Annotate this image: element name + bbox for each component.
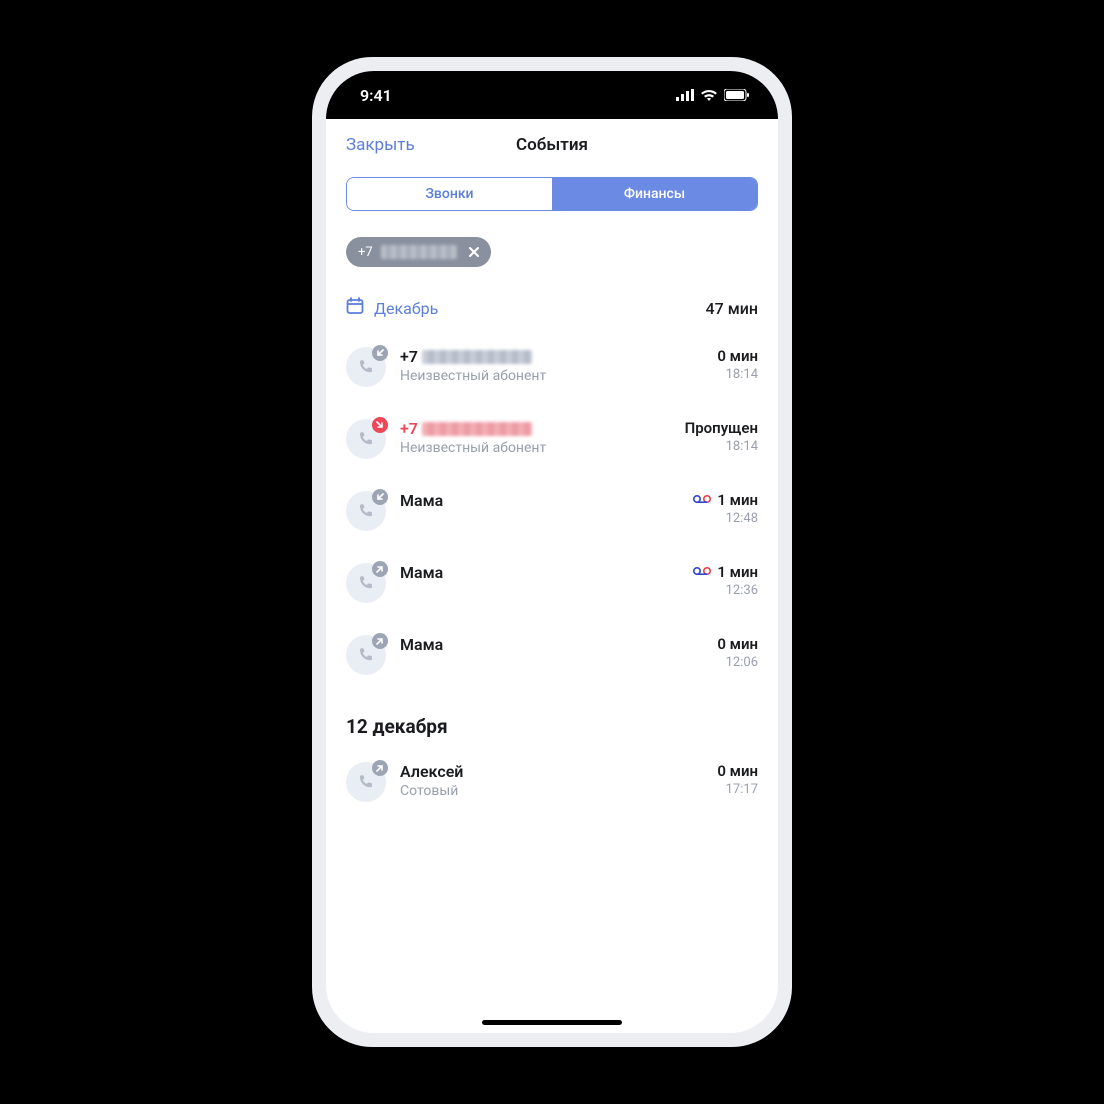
call-time: 17:17	[726, 782, 758, 797]
redacted-number	[381, 245, 457, 259]
call-title: Мама	[400, 635, 443, 654]
month-picker[interactable]: Декабрь	[346, 297, 438, 319]
call-duration: 1 мин	[693, 491, 758, 509]
call-duration: 0 мин	[717, 347, 758, 365]
call-main: +7 Неизвестный абонент	[400, 347, 703, 384]
call-row[interactable]: Мама 1 мин 12:48	[346, 473, 758, 545]
call-avatar	[346, 419, 386, 459]
direction-badge	[372, 417, 388, 433]
call-right: Пропущен 18:14	[685, 419, 758, 454]
call-avatar	[346, 762, 386, 802]
redacted-number	[422, 350, 532, 364]
status-icons	[676, 86, 750, 105]
call-time: 12:06	[726, 655, 758, 670]
call-time: 18:14	[726, 439, 758, 454]
call-title-line: Мама	[400, 563, 679, 582]
call-title-line: Мама	[400, 491, 679, 510]
call-duration: 0 мин	[717, 635, 758, 653]
month-total: 47 мин	[706, 299, 758, 318]
call-list-2: Алексей Сотовый 0 мин 17:17	[326, 744, 778, 816]
call-title: Мама	[400, 491, 443, 510]
voicemail-icon	[693, 494, 711, 506]
section-header: 12 декабря	[326, 689, 778, 744]
call-time: 12:48	[726, 511, 758, 526]
redacted-number	[422, 422, 532, 436]
call-right: 0 мин 17:17	[717, 762, 758, 797]
month-row: Декабрь 47 мин	[326, 275, 778, 329]
call-title: Алексей	[400, 762, 463, 781]
call-avatar	[346, 347, 386, 387]
call-right: 1 мин 12:36	[693, 563, 758, 598]
voicemail-icon	[693, 566, 711, 578]
call-main: Мама	[400, 563, 679, 582]
filter-chip-prefix: +7	[358, 245, 373, 260]
home-indicator	[482, 1020, 622, 1025]
call-right: 0 мин 18:14	[717, 347, 758, 382]
page-title: События	[516, 135, 588, 155]
signal-icon	[676, 86, 694, 105]
chip-close-icon[interactable]	[465, 243, 483, 261]
tab-calls[interactable]: Звонки	[347, 178, 552, 210]
close-button[interactable]: Закрыть	[346, 135, 415, 155]
filter-chip[interactable]: +7	[346, 237, 491, 267]
call-main: Алексей Сотовый	[400, 762, 703, 799]
call-row[interactable]: +7 Неизвестный абонент Пропущен 18:14	[346, 401, 758, 473]
call-title-prefix: +7	[400, 347, 418, 366]
call-duration: 1 мин	[693, 563, 758, 581]
notch	[452, 71, 652, 101]
call-row[interactable]: Мама 1 мин 12:36	[346, 545, 758, 617]
call-duration: 0 мин	[717, 762, 758, 780]
call-main: +7 Неизвестный абонент	[400, 419, 671, 456]
direction-badge	[372, 345, 388, 361]
call-title-line: Алексей	[400, 762, 703, 781]
call-time: 18:14	[726, 367, 758, 382]
direction-badge	[372, 760, 388, 776]
status-time: 9:41	[360, 86, 392, 105]
call-subtitle: Неизвестный абонент	[400, 440, 671, 456]
call-list: +7 Неизвестный абонент0 мин18:14+7 Неизв…	[326, 329, 778, 689]
call-right: 0 мин 12:06	[717, 635, 758, 670]
call-avatar	[346, 563, 386, 603]
calendar-icon	[346, 297, 364, 319]
call-avatar	[346, 491, 386, 531]
call-row[interactable]: Мама 0 мин 12:06	[346, 617, 758, 689]
call-title-line: +7	[400, 347, 703, 366]
phone-screen: 9:41 Закрыть События Звонки Финансы	[326, 71, 778, 1033]
segmented-control: Звонки Финансы	[346, 177, 758, 211]
call-subtitle: Неизвестный абонент	[400, 368, 703, 384]
direction-badge	[372, 633, 388, 649]
call-time: 12:36	[726, 583, 758, 598]
call-subtitle: Сотовый	[400, 783, 703, 799]
call-avatar	[346, 635, 386, 675]
call-duration: Пропущен	[685, 419, 758, 437]
app-header: Закрыть События	[326, 119, 778, 169]
tab-finance[interactable]: Финансы	[552, 178, 757, 210]
battery-icon	[724, 86, 750, 105]
filter-chip-row: +7	[326, 211, 778, 275]
call-row[interactable]: +7 Неизвестный абонент 0 мин 18:14	[346, 329, 758, 401]
call-title-prefix: +7	[400, 419, 418, 438]
call-row[interactable]: Алексей Сотовый 0 мин 17:17	[346, 744, 758, 816]
call-title-line: Мама	[400, 635, 703, 654]
call-title: Мама	[400, 563, 443, 582]
call-right: 1 мин 12:48	[693, 491, 758, 526]
call-main: Мама	[400, 635, 703, 654]
direction-badge	[372, 561, 388, 577]
phone-frame: 9:41 Закрыть События Звонки Финансы	[312, 57, 792, 1047]
wifi-icon	[700, 86, 718, 105]
month-label: Декабрь	[374, 299, 438, 318]
call-title-line: +7	[400, 419, 671, 438]
direction-badge	[372, 489, 388, 505]
call-main: Мама	[400, 491, 679, 510]
